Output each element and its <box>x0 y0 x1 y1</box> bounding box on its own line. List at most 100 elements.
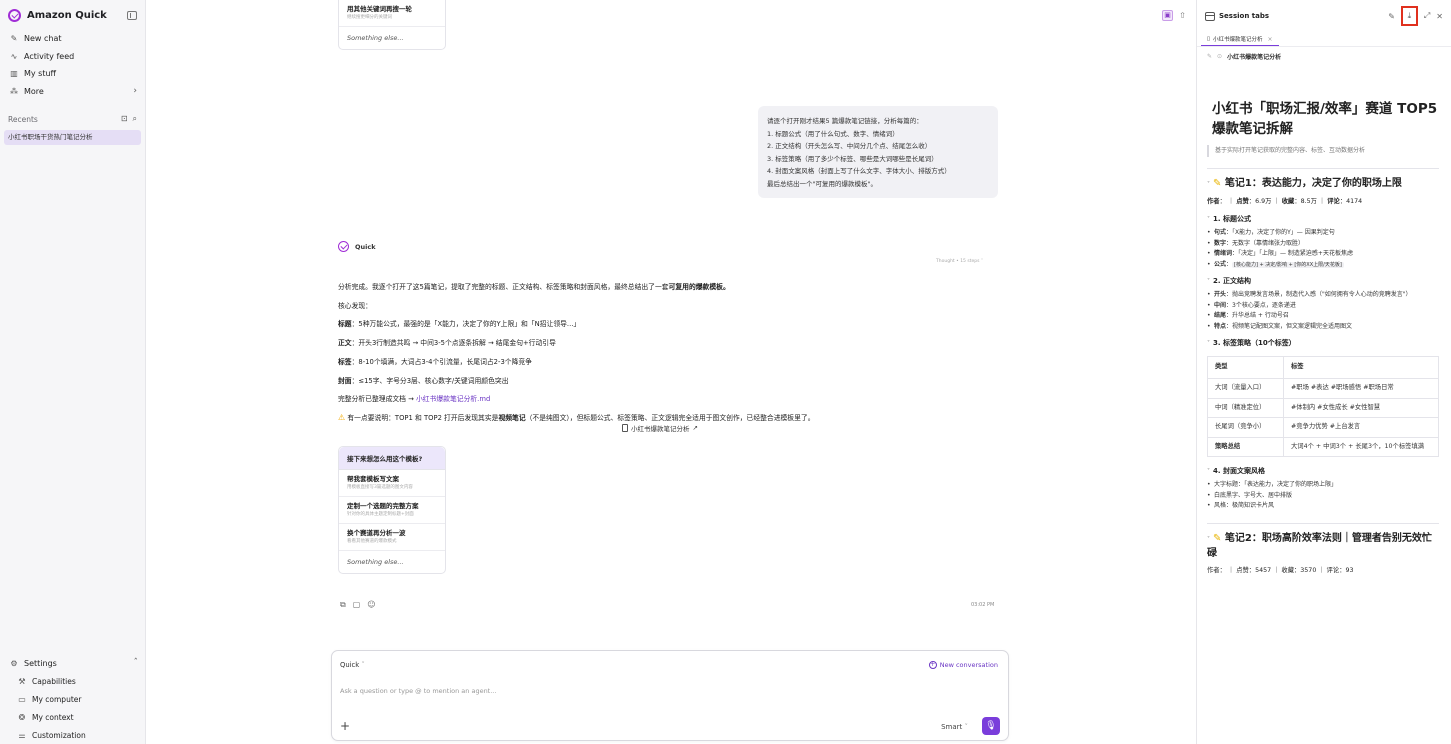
finding-text: ：5种万能公式，最强的是「X能力，决定了你的Y上限」和「N招让领导...」 <box>351 320 581 329</box>
chevron-up-icon: ˆ <box>133 658 139 668</box>
followup-item[interactable]: 定制一个选题的完整方案 针对你的具体主题定制标题+封面 <box>339 497 445 524</box>
quick-logo-icon <box>338 241 349 252</box>
recents-label: Recents <box>8 114 38 124</box>
answer-intro-text: 分析完成。我逐个打开了这5篇笔记，提取了完整的标题、正文结构、标签策略和封面风格… <box>338 283 669 291</box>
close-icon[interactable]: ✕ <box>1436 12 1443 21</box>
followup-title: 帮我套模板写文案 <box>347 475 399 483</box>
settings-item-capabilities[interactable]: ⚒ Capabilities <box>0 672 146 690</box>
settings-item-my-context[interactable]: ❂ My context <box>0 708 146 726</box>
doc-title: 小红书「职场汇报/效率」赛道 TOP5 爆款笔记拆解 <box>1212 101 1438 137</box>
section-heading[interactable]: ˅ 3. 标签策略（10个标签） <box>1207 337 1439 350</box>
share-icon[interactable]: ⇧ <box>1177 10 1188 21</box>
comment-icon[interactable]: ▢ <box>353 600 361 610</box>
collapse-sidebar-icon[interactable] <box>127 10 137 20</box>
recent-item[interactable]: 小红书职场干货热门笔记分析 <box>4 130 141 145</box>
feedback-icon[interactable]: ☺ <box>367 600 375 610</box>
suggestion-item[interactable]: 用其他关键词再搜一轮 继续搜更细分的关键词 <box>339 0 445 27</box>
table-row: 大词（流量入口） #职场 #表达 #职场感悟 #职场日常 <box>1207 378 1439 399</box>
section-heading-text: 1. 标题公式 <box>1213 215 1251 223</box>
section-heading[interactable]: ˅ 4. 封面文案风格 <box>1207 465 1439 478</box>
microphone-button[interactable]: 🎙 <box>982 717 1000 735</box>
download-button[interactable]: ⤓ <box>1400 6 1418 26</box>
meta-value: ： <box>1219 198 1226 205</box>
settings-item-label: My context <box>32 712 74 722</box>
monitor-icon: ▭ <box>18 694 26 704</box>
settings-item-label: Customization <box>32 730 86 740</box>
bullet-list: 开头：抛出竞聘发言场景，制造代入感（"如何拥有令人心动的竞聘发言"） 中间：3个… <box>1207 290 1439 332</box>
tab-close-icon[interactable]: × <box>1268 36 1273 43</box>
table-cell: #竞争力优势 #上台发言 <box>1283 417 1439 438</box>
settings-toggle[interactable]: ⚙ Settings ˆ <box>0 654 146 672</box>
list-item: 特点：视频笔记配图文案，但文案逻辑完全适用图文 <box>1207 322 1439 333</box>
sidebar-bottom: ⚙ Settings ˆ ⚒ Capabilities ▭ My compute… <box>0 654 146 744</box>
model-select[interactable]: Smart ˅ <box>941 723 968 731</box>
finding-label: 正文 <box>338 339 352 348</box>
copy-icon[interactable]: ⧉ <box>340 600 346 610</box>
item-text: ：「决定」「上限」— 制造紧迫感+天花板焦虑 <box>1232 250 1353 257</box>
tab-document[interactable]: ▯ 小红书爆款笔记分析 × <box>1201 33 1279 46</box>
sidebar-item-activity-feed[interactable]: ∿ Activity feed <box>0 48 145 66</box>
pencil-icon[interactable]: ✎ <box>1207 53 1212 60</box>
user-message: 请逐个打开刚才结果5 篇爆款笔记链接，分析每篇的： 1. 标题公式（用了什么句式… <box>758 106 998 198</box>
user-message-line: 4. 封面文案风格（封面上写了什么文字、字体大小、排版方式） <box>767 167 951 175</box>
app-window: Amazon Quick ✎ New chat ∿ Activity feed … <box>0 0 1451 744</box>
finding-label: 封面 <box>338 376 352 385</box>
new-conversation-button[interactable]: + New conversation <box>928 661 998 669</box>
sidebar-header: Amazon Quick <box>0 0 145 30</box>
mode-select[interactable]: Quick ˅ <box>340 661 365 669</box>
caret-down-icon: ˅ <box>1207 340 1210 347</box>
finding-text: ：≤15字、字号分3层、核心数字/关键词用颜色突出 <box>351 376 509 385</box>
list-item: 开头：抛出竞聘发言场景，制造代入感（"如何拥有令人心动的竞聘发言"） <box>1207 290 1439 301</box>
note2-heading[interactable]: ˅ ✎ 笔记2：职场高阶效率法则｜管理者告别无效忙碌 <box>1207 532 1439 561</box>
caret-down-icon: ˅ <box>1207 468 1210 475</box>
link-icon[interactable]: ⊙ <box>1217 53 1222 60</box>
sidebar-item-my-stuff[interactable]: ▥ My stuff <box>0 65 145 83</box>
item-text: ：「X能力，决定了你的Y」— 因果判定句 <box>1226 229 1335 236</box>
finding-text: ：开头3行制造共鸣 → 中间3-5个点逐条拆解 → 结尾金句+行动引导 <box>351 339 556 348</box>
add-attachment-button[interactable]: + <box>340 719 350 733</box>
panel-header: Session tabs ✎ ⤓ ⤢ ✕ <box>1197 0 1451 32</box>
meta-label: 收藏 <box>1281 198 1295 205</box>
new-folder-icon[interactable]: ⊡ <box>121 114 128 124</box>
document-content: 小红书「职场汇报/效率」赛道 TOP5 爆款笔记拆解 基于实际打开笔记获取的完整… <box>1207 72 1439 577</box>
followup-item[interactable]: 换个赛道再分析一波 看看其他赛道的爆款模式 <box>339 524 445 551</box>
doc-link[interactable]: 小红书爆款笔记分析.md <box>416 395 490 403</box>
settings-item-customization[interactable]: ⚌ Customization <box>0 726 146 744</box>
file-chip[interactable]: 小红书爆款笔记分析 ↗ <box>622 423 698 433</box>
sidebar-item-label: My stuff <box>24 69 57 79</box>
edit-icon[interactable]: ✎ <box>1388 12 1395 21</box>
meta-label: 评论 <box>1327 198 1340 205</box>
followup-subtitle: 用模板直接写3篇选题的图文内容 <box>347 485 413 490</box>
note1-heading[interactable]: ˅ ✎ 笔记1：表达能力，决定了你的职场上限 <box>1207 177 1439 192</box>
new-conversation-label: New conversation <box>939 661 998 669</box>
suggestion-title: 用其他关键词再搜一轮 <box>347 5 412 13</box>
section-heading[interactable]: ˅ 2. 正文结构 <box>1207 275 1439 288</box>
chat-input[interactable]: Ask a question or type @ to mention an a… <box>340 687 496 695</box>
tool-icon: ⚒ <box>18 676 26 686</box>
panel-toggle-icon[interactable]: ▣ <box>1162 10 1173 21</box>
divider <box>1207 522 1439 524</box>
meta-value: ：6.9万 <box>1248 198 1272 205</box>
followup-item[interactable]: 帮我套模板写文案 用模板直接写3篇选题的图文内容 <box>339 470 445 497</box>
followup-something-else[interactable]: Something else... <box>339 551 445 573</box>
section-heading[interactable]: ˅ 1. 标题公式 <box>1207 213 1439 226</box>
finding-cover: 封面：≤15字、字号分3层、核心数字/关键词用颜色突出 <box>338 372 1008 391</box>
settings-item-my-computer[interactable]: ▭ My computer <box>0 690 146 708</box>
followup-title: 换个赛道再分析一波 <box>347 529 406 537</box>
expand-icon[interactable]: ⤢ <box>1424 11 1430 21</box>
sidebar-item-more[interactable]: ⁂ More › <box>0 83 145 101</box>
item-text: ：无数字（靠情绪张力取胜） <box>1226 239 1305 247</box>
search-icon[interactable]: ⌕ <box>133 114 137 124</box>
quick-logo-icon <box>8 8 21 22</box>
thought-toggle[interactable]: Thought • 15 steps ˅ <box>936 259 983 264</box>
memo-icon: ✎ <box>1213 532 1222 544</box>
sidebar-item-new-chat[interactable]: ✎ New chat <box>0 30 145 48</box>
table-header-row: 类型 标签 <box>1207 356 1439 379</box>
finding-label: 标题 <box>338 320 352 329</box>
user-message-line: 请逐个打开刚才结果5 篇爆款笔记链接，分析每篇的： <box>767 117 923 125</box>
message-actions: ⧉ ▢ ☺ <box>340 600 376 610</box>
note1-heading-text: 笔记1：表达能力，决定了你的职场上限 <box>1224 178 1402 189</box>
memo-icon: ✎ <box>1213 178 1222 189</box>
suggestion-something-else[interactable]: Something else... <box>339 27 445 49</box>
sidebar-item-label: New chat <box>24 34 62 44</box>
